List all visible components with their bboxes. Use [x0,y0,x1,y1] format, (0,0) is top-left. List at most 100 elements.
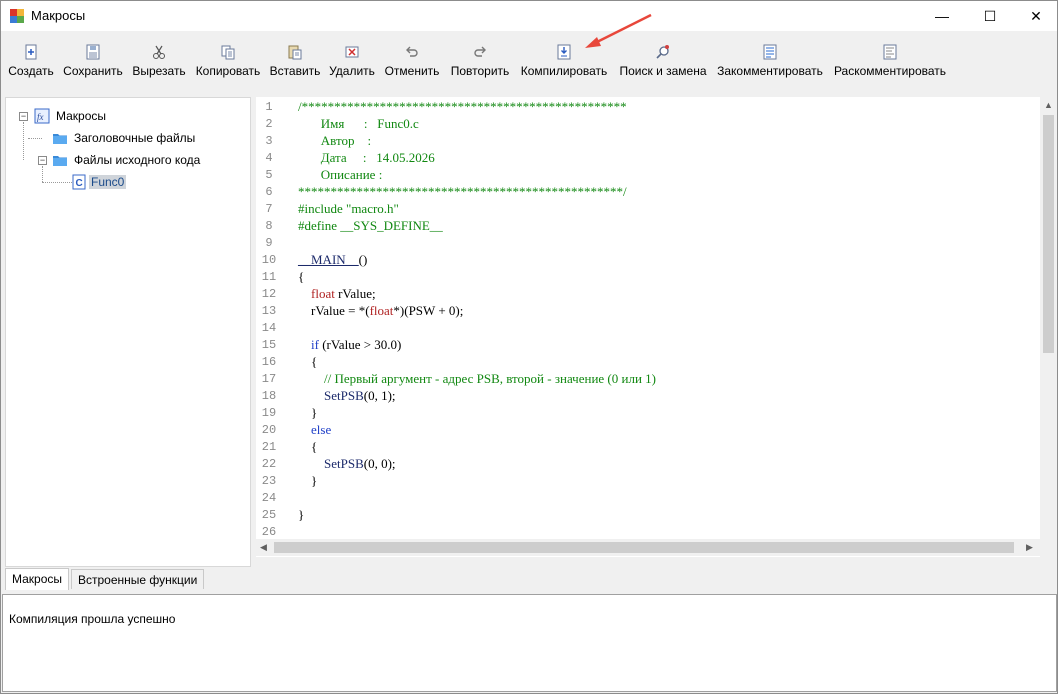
search-replace-button[interactable]: Поиск и замена [618,39,708,83]
comment-button[interactable]: Закомментировать [716,39,824,83]
scroll-up-icon[interactable]: ▲ [1044,100,1053,110]
tree-root[interactable]: fx Макросы [34,107,106,125]
horizontal-scroll-thumb[interactable] [274,542,1014,553]
save-label: Сохранить [63,64,123,78]
header-name-label: Имя [320,116,345,131]
compile-label: Компилировать [520,64,608,78]
code-line-4: Дата : 14.05.2026 [320,150,435,165]
comment-icon [763,44,777,60]
tree-headers-label: Заголовочные файлы [74,131,196,145]
if-keyword: if [311,337,319,352]
else-keyword: else [311,422,332,437]
close-button[interactable]: ✕ [1013,1,1058,31]
header-date-label: Дата [320,150,347,165]
delete-button[interactable]: Удалить [328,39,376,83]
setpsb-call: SetPSB [324,456,364,471]
maximize-button[interactable]: ☐ [967,1,1013,31]
tab-builtin-functions[interactable]: Встроенные функции [71,569,205,589]
comment-label: Закомментировать [717,64,823,78]
scroll-right-icon[interactable]: ▶ [1026,542,1033,553]
macros-window: Макросы — ☐ ✕ Создать Сохранить Вырезать… [0,0,1058,694]
scroll-left-icon[interactable]: ◀ [260,542,267,553]
new-file-icon [25,44,37,60]
undo-icon [406,46,418,57]
line-number: 12 [261,287,277,301]
undo-label: Отменить [384,64,440,78]
compile-icon [557,44,571,60]
paste-icon [288,45,302,60]
line-number: 21 [261,440,277,454]
line-number: 2 [265,117,273,131]
copy-button[interactable]: Копировать [194,39,262,83]
paste-button[interactable]: Вставить [270,39,320,83]
code-line-8: #define __SYS_DEFINE__ [298,218,443,233]
delete-label: Удалить [329,64,375,78]
code-line-15: if (rValue > 30.0) [298,337,401,353]
code-line-10: __MAIN__() [298,252,367,268]
vertical-scroll-thumb[interactable] [1043,115,1054,353]
header-desc-label: Описание [320,167,376,182]
vertical-scrollbar[interactable]: ▲ [1040,97,1057,557]
cut-label: Вырезать [132,64,186,78]
code-line-2: Имя : Func0.c [320,116,419,131]
code-editor[interactable]: 1 2 3 4 5 6 7 8 9 10 11 12 13 14 15 16 17 18 19 20 21 22 23 24 2… [256,97,1057,557]
c-file-icon: C [72,174,86,190]
toolbar: Создать Сохранить Вырезать Копировать Вс… [1,39,1057,83]
line-number: 15 [261,338,277,352]
code-comment: // Первый аргумент - адрес PSB, второй -… [324,371,656,386]
assign-post: *)(PSW + 0); [393,303,464,318]
line-number: 9 [265,236,273,250]
code-line-12: float rValue; [298,286,376,302]
undo-button[interactable]: Отменить [384,39,440,83]
line-number: 10 [261,253,277,267]
header-date-value: 14.05.2026 [376,150,435,165]
line-number: 16 [261,355,277,369]
uncomment-icon [883,44,897,60]
create-label: Создать [8,64,54,78]
paste-label: Вставить [269,64,321,78]
var-decl: rValue; [334,286,376,301]
redo-button[interactable]: Повторить [449,39,511,83]
minimize-button[interactable]: — [919,1,965,31]
line-number: 3 [265,134,273,148]
code-line-21: { [298,439,317,455]
code-line-5: Описание : [320,167,383,182]
float-cast-keyword: float [369,303,394,318]
main-function-name: __MAIN__ [298,252,359,267]
tree-item-func0[interactable]: C Func0 [72,173,127,191]
svg-text:fx: fx [37,112,44,122]
macro-fx-icon: fx [34,108,50,124]
uncomment-button[interactable]: Раскомментировать [833,39,947,83]
line-number: 13 [261,304,277,318]
save-button[interactable]: Сохранить [62,39,124,83]
redo-label: Повторить [450,64,510,78]
line-number: 14 [261,321,277,335]
line-number-gutter: 1 2 3 4 5 6 7 8 9 10 11 12 13 14 15 16 17 18 19 20 21 22 23 24 2… [256,97,286,539]
horizontal-scrollbar[interactable]: ◀ ▶ [256,539,1040,556]
search-replace-label: Поиск и замена [619,64,707,78]
line-number: 6 [265,185,273,199]
output-message: Компиляция прошла успешно [9,612,176,626]
setpsb-args: (0, 1); [363,388,396,403]
tree-item-sources[interactable]: Файлы исходного кода [52,151,200,169]
brace-close: } [311,405,318,420]
tree-func0-label: Func0 [89,175,127,189]
tree-item-headers[interactable]: Заголовочные файлы [52,129,195,147]
code-line-11: { [298,269,305,284]
compile-button[interactable]: Компилировать [519,39,609,83]
code-line-7: #include "macro.h" [298,201,399,216]
sources-expander[interactable]: − [38,156,47,165]
line-number: 19 [261,406,277,420]
output-panel: Компиляция прошла успешно [2,594,1057,692]
brace-open: { [311,354,318,369]
line-number: 4 [265,151,273,165]
brace-open: { [311,439,318,454]
maximize-icon: ☐ [983,7,997,24]
root-expander[interactable]: − [19,112,28,121]
line-number: 26 [261,525,277,539]
cut-button[interactable]: Вырезать [132,39,186,83]
code-line-3: Автор : [320,133,372,148]
tab-macros[interactable]: Макросы [5,568,70,590]
create-button[interactable]: Создать [8,39,54,83]
folder-icon [53,134,67,144]
